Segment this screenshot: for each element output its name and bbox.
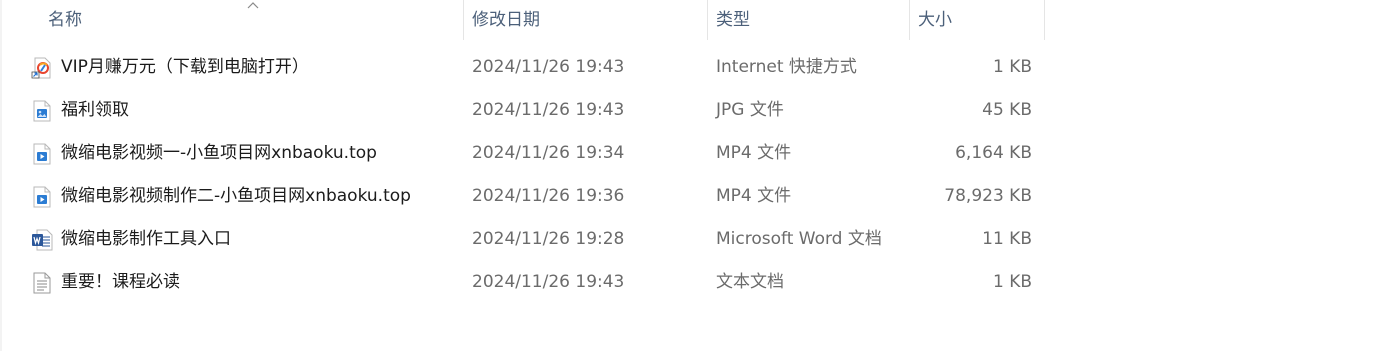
file-size: 1 KB <box>992 272 1032 292</box>
video-file-icon <box>33 186 51 208</box>
file-explorer-details-view: 名称 修改日期 类型 大小 VIP月赚万元（下载到电脑打开） 2024/11/2… <box>0 0 1396 351</box>
file-size: 1 KB <box>992 57 1032 77</box>
file-row[interactable]: 重要！课程必读 2024/11/26 19:43 文本文档 1 KB <box>0 261 1044 304</box>
file-row[interactable]: 福利领取 2024/11/26 19:43 JPG 文件 45 KB <box>0 89 1044 132</box>
text-document-icon <box>33 272 51 294</box>
file-date-modified: 2024/11/26 19:43 <box>472 272 625 292</box>
file-size: 11 KB <box>982 229 1032 249</box>
file-name: 微缩电影制作工具入口 <box>61 229 231 249</box>
file-name: 微缩电影视频制作二-小鱼项目网xnbaoku.top <box>61 186 411 206</box>
file-name: 福利领取 <box>61 100 129 120</box>
file-size: 45 KB <box>982 100 1032 120</box>
column-header-type[interactable]: 类型 <box>708 0 910 40</box>
file-type: Microsoft Word 文档 <box>716 229 882 249</box>
column-header-name[interactable]: 名称 <box>40 0 464 40</box>
file-row[interactable]: 微缩电影制作工具入口 2024/11/26 19:28 Microsoft Wo… <box>0 218 1044 261</box>
file-name: 重要！课程必读 <box>61 272 180 292</box>
file-type: 文本文档 <box>716 272 784 292</box>
file-date-modified: 2024/11/26 19:43 <box>472 100 625 120</box>
file-row[interactable]: 微缩电影视频一-小鱼项目网xnbaoku.top 2024/11/26 19:3… <box>0 132 1044 175</box>
file-type: MP4 文件 <box>716 143 792 163</box>
file-date-modified: 2024/11/26 19:34 <box>472 143 625 163</box>
video-file-icon <box>33 143 51 165</box>
file-date-modified: 2024/11/26 19:43 <box>472 57 625 77</box>
internet-shortcut-icon <box>31 57 51 79</box>
column-header-size[interactable]: 大小 <box>910 0 1045 40</box>
file-list: VIP月赚万元（下载到电脑打开） 2024/11/26 19:43 Intern… <box>0 46 1396 304</box>
file-row[interactable]: 微缩电影视频制作二-小鱼项目网xnbaoku.top 2024/11/26 19… <box>0 175 1044 218</box>
file-size: 78,923 KB <box>944 186 1032 206</box>
file-name: 微缩电影视频一-小鱼项目网xnbaoku.top <box>61 143 377 163</box>
file-name: VIP月赚万元（下载到电脑打开） <box>61 57 309 77</box>
file-date-modified: 2024/11/26 19:36 <box>472 186 625 206</box>
column-header-date-modified[interactable]: 修改日期 <box>464 0 708 40</box>
file-size: 6,164 KB <box>955 143 1032 163</box>
file-type: JPG 文件 <box>716 100 784 120</box>
column-header-row: 名称 修改日期 类型 大小 <box>2 0 1396 40</box>
file-type: Internet 快捷方式 <box>716 57 857 77</box>
file-date-modified: 2024/11/26 19:28 <box>472 229 625 249</box>
file-type: MP4 文件 <box>716 186 792 206</box>
file-row[interactable]: VIP月赚万元（下载到电脑打开） 2024/11/26 19:43 Intern… <box>0 46 1044 89</box>
image-file-icon <box>33 100 51 122</box>
word-document-icon <box>32 229 53 251</box>
